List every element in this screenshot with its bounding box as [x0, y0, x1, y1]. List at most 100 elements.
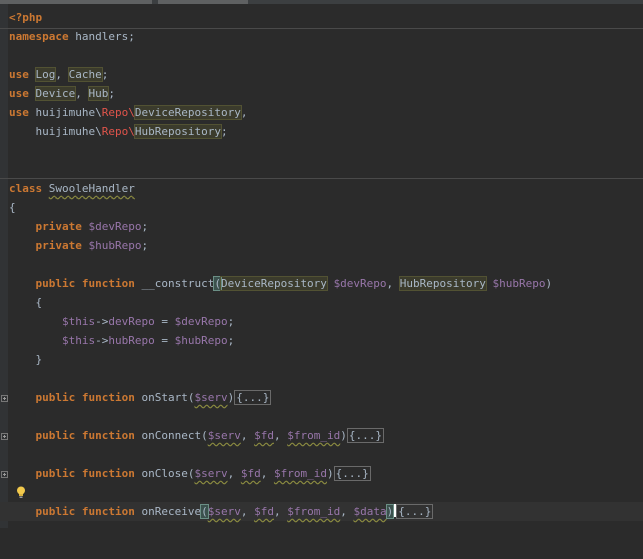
code-line: $this->devRepo = $devRepo;: [0, 312, 643, 331]
brace: {: [9, 201, 16, 214]
punctuation: ,: [75, 87, 89, 100]
keyword: private: [35, 239, 82, 252]
lightbulb-icon[interactable]: [16, 486, 26, 499]
parameter: $serv: [207, 429, 241, 442]
property-name: $hubRepo: [88, 239, 142, 252]
keyword: function: [81, 277, 135, 290]
code-line: use Log, Cache;: [0, 65, 643, 84]
class-name: SwooleHandler: [48, 182, 135, 195]
variable: $hubRepo: [174, 334, 228, 347]
parameter: $from_id: [287, 505, 341, 518]
property-access: hubRepo: [108, 334, 155, 347]
parameter: $serv: [207, 505, 241, 518]
punctuation: ;: [108, 87, 115, 100]
code-line: public function onConnect($serv, $fd, $f…: [35, 428, 384, 443]
this-variable: $this: [61, 334, 96, 347]
punctuation: ;: [227, 315, 235, 328]
parameter: $devRepo: [333, 277, 387, 290]
keyword: public: [35, 277, 76, 290]
code-line: use Device, Hub;: [0, 84, 643, 103]
paren: ): [385, 504, 395, 519]
parameter: $from_id: [273, 467, 327, 480]
paren: (: [213, 276, 222, 291]
parameter: $fd: [254, 505, 274, 518]
code-line: private $hubRepo;: [0, 236, 643, 255]
function-name: onClose: [141, 467, 188, 480]
punctuation: ,: [260, 467, 274, 480]
code-line: public function __construct(DeviceReposi…: [35, 276, 553, 291]
punctuation: ,: [386, 277, 400, 290]
punctuation: ,: [340, 505, 354, 518]
punctuation: ;: [227, 334, 235, 347]
code-line: huijimuhe\Repo\HubRepository;: [0, 122, 643, 141]
import-name: Cache: [67, 67, 103, 82]
function-name: __construct: [141, 277, 215, 290]
import-name: Hub: [87, 86, 110, 101]
code-line: }: [0, 350, 643, 369]
brace: {: [35, 296, 43, 309]
keyword: public: [35, 429, 76, 442]
punctuation: ;: [101, 68, 109, 81]
code-line: {: [0, 198, 643, 217]
import-name: DeviceRepository: [133, 105, 242, 120]
parameter: $data: [353, 505, 387, 518]
namespace-separator: \: [128, 125, 135, 138]
keyword: namespace: [9, 30, 69, 43]
parameter: $serv: [194, 391, 228, 404]
keyword: public: [35, 391, 76, 404]
punctuation: ,: [273, 429, 288, 442]
code-line: namespace handlers;: [0, 27, 643, 46]
brace: }: [35, 353, 43, 366]
function-name: onConnect: [141, 429, 202, 442]
punctuation: ,: [273, 505, 288, 518]
punctuation: ,: [240, 429, 255, 442]
namespace-separator: \: [128, 106, 135, 119]
code-line: class SwooleHandler: [0, 179, 643, 198]
function-name: onStart: [141, 391, 188, 404]
punctuation: ;: [141, 220, 149, 233]
parameter: $fd: [240, 467, 261, 480]
php-open-tag: <?php: [9, 11, 43, 24]
namespace-part: huijimuhe\: [35, 125, 102, 138]
type-hint: DeviceRepository: [219, 276, 328, 291]
operator: =: [154, 315, 175, 328]
parameter: $from_id: [287, 429, 341, 442]
property-name: $devRepo: [88, 220, 142, 233]
import-name: HubRepository: [133, 124, 222, 139]
keyword: private: [35, 220, 82, 233]
namespace-part: Repo: [101, 106, 129, 119]
code-line: {: [0, 293, 643, 312]
keyword: function: [81, 429, 135, 442]
keyword: use: [9, 87, 29, 100]
folded-code-block[interactable]: {...}: [234, 390, 272, 405]
keyword: class: [9, 182, 43, 195]
keyword: use: [9, 68, 29, 81]
variable: $devRepo: [174, 315, 228, 328]
folded-code-block[interactable]: {...}: [346, 428, 384, 443]
parameter: $serv: [194, 467, 228, 480]
keyword: use: [9, 106, 29, 119]
code-editor[interactable]: <?php namespace handlers; use Log, Cache…: [0, 4, 643, 528]
folded-code-block[interactable]: {...}: [333, 466, 371, 481]
parameter: $fd: [254, 429, 274, 442]
this-variable: $this: [61, 315, 96, 328]
code-line-current: public function onReceive($serv, $fd, $f…: [0, 502, 643, 521]
folded-code-block[interactable]: {...}: [396, 504, 434, 519]
keyword: public: [35, 505, 76, 518]
punctuation: ,: [227, 467, 241, 480]
namespace-part: huijimuhe\: [35, 106, 102, 119]
punctuation: ;: [220, 125, 228, 138]
type-hint: HubRepository: [398, 276, 487, 291]
code-line: <?php: [0, 8, 643, 27]
arrow-operator: ->: [95, 334, 109, 347]
punctuation: ,: [55, 68, 69, 81]
keyword: function: [81, 467, 135, 480]
punctuation: ,: [240, 106, 248, 119]
code-line: use huijimuhe\Repo\DeviceRepository,: [0, 103, 643, 122]
punctuation: ;: [141, 239, 149, 252]
import-name: Device: [34, 86, 77, 101]
import-name: Log: [34, 67, 57, 82]
code-line: public function onStart($serv) {...}: [35, 390, 272, 405]
punctuation: ,: [240, 505, 255, 518]
keyword: function: [81, 505, 135, 518]
